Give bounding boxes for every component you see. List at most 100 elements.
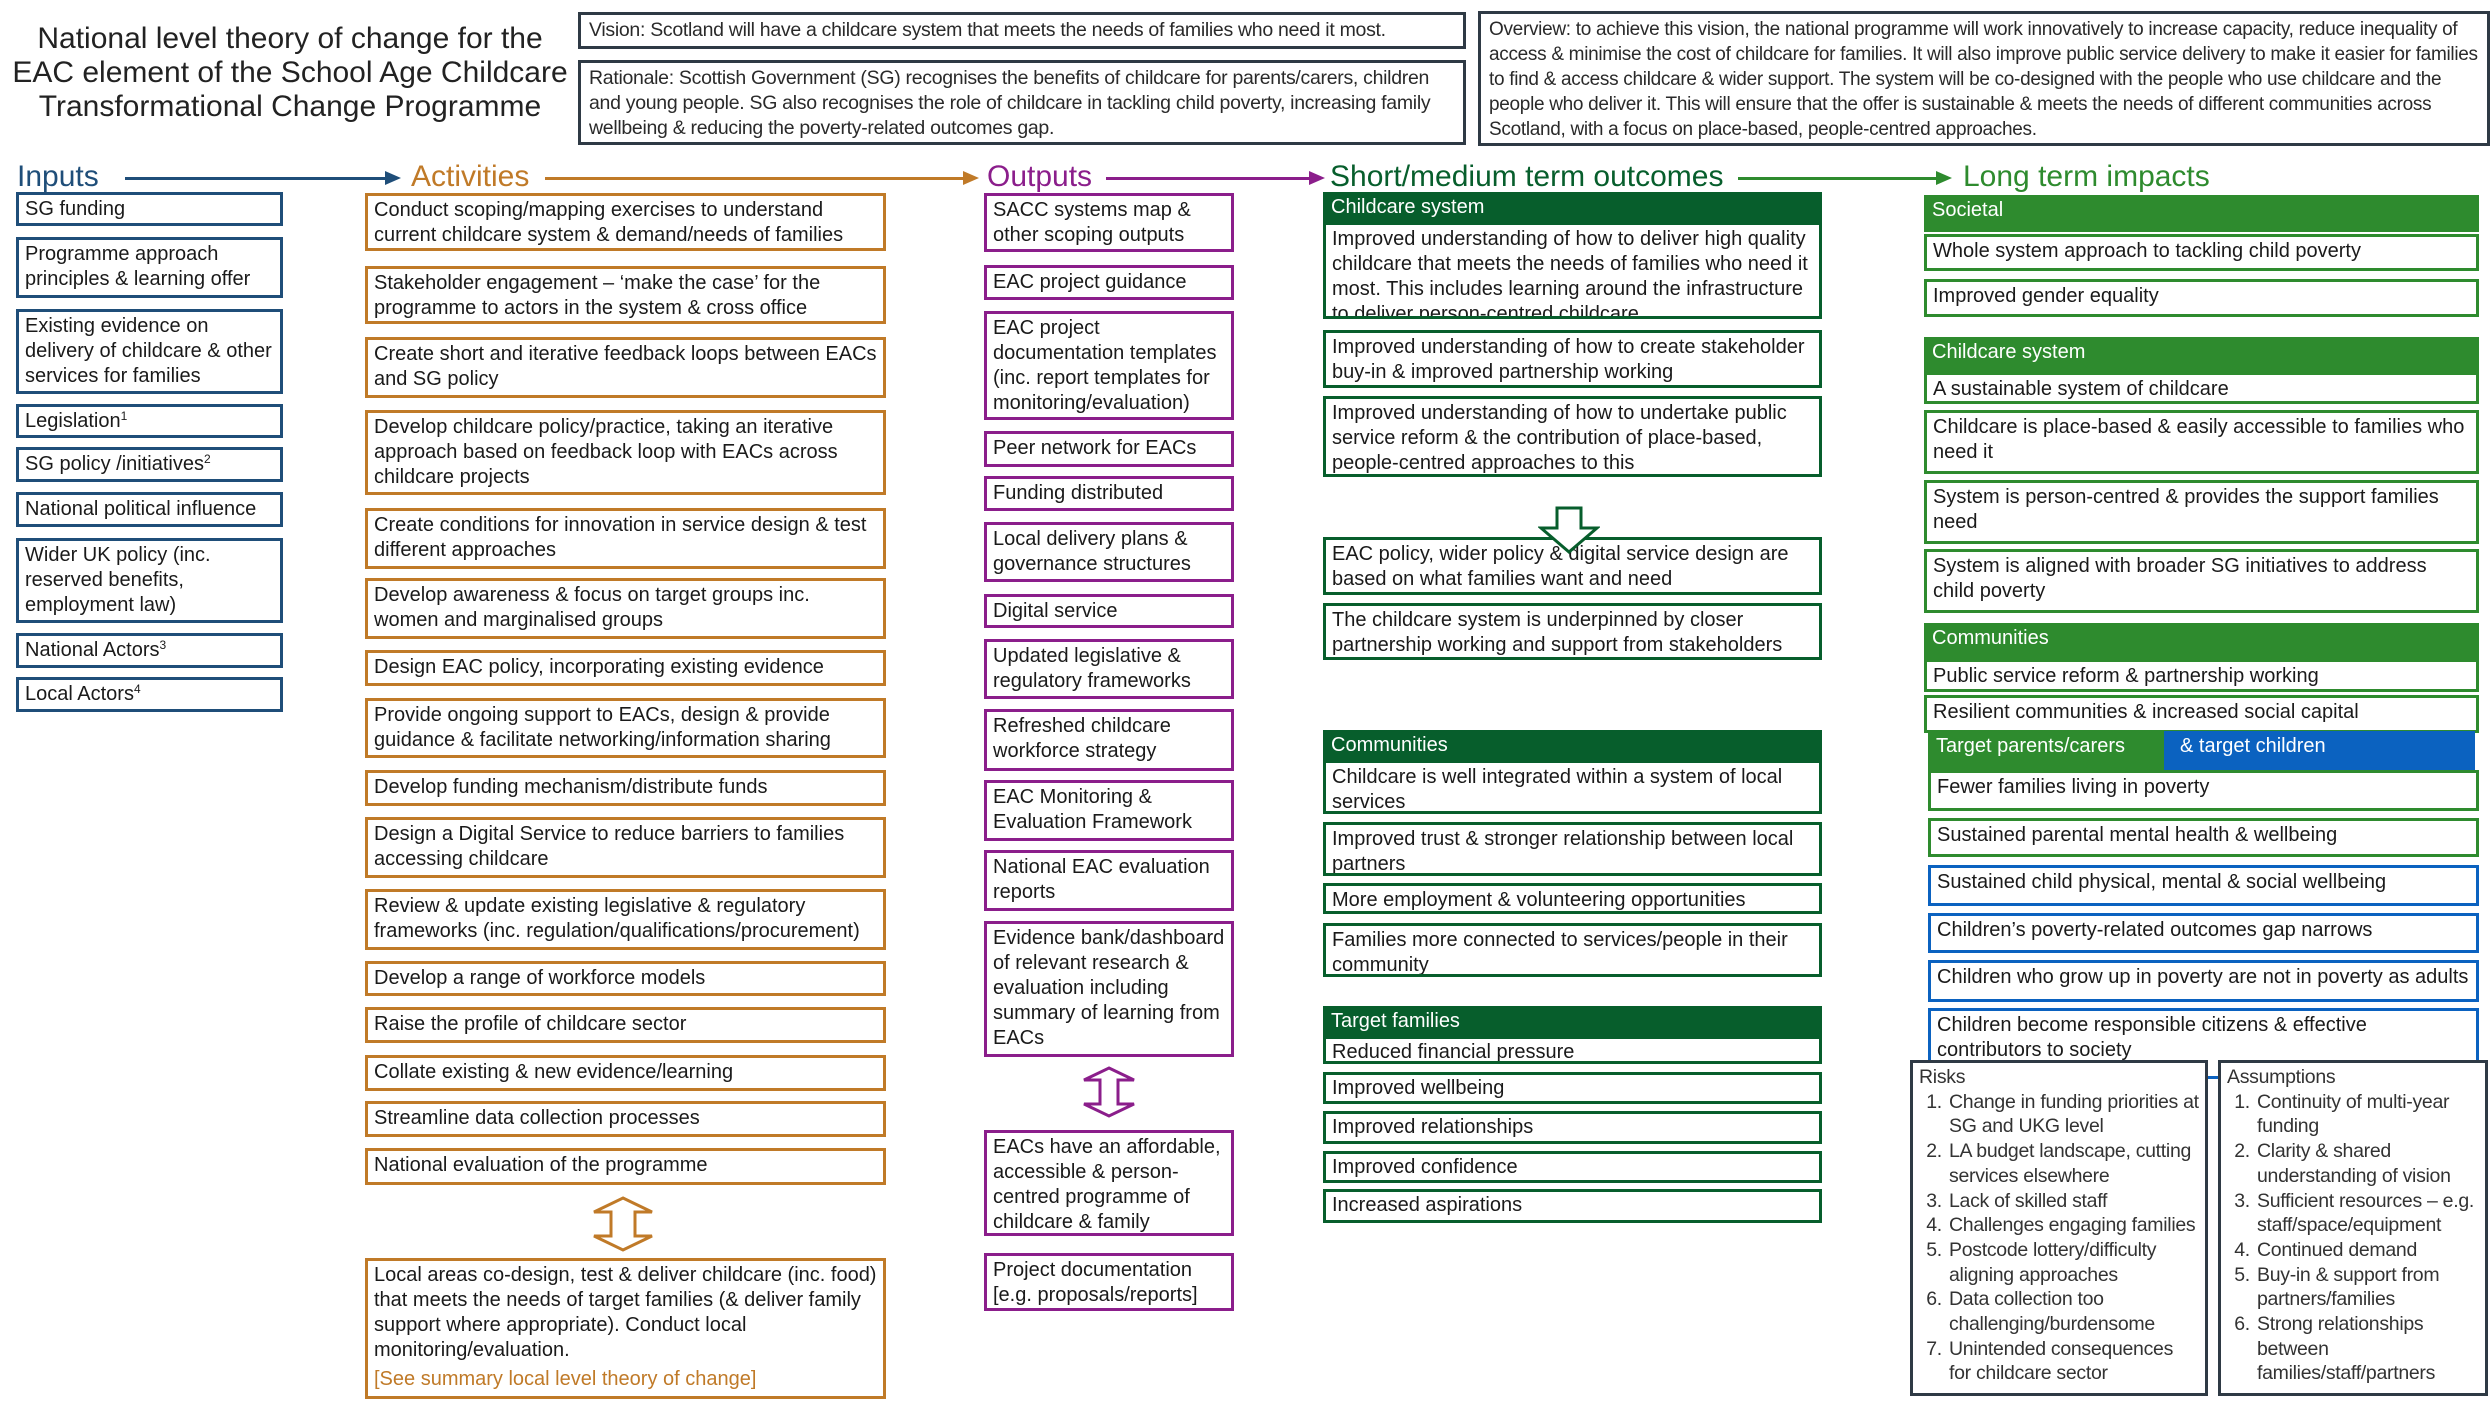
vision-box: Vision: Scotland will have a childcare s… xyxy=(578,12,1466,49)
input-item: SG policy /initiatives2 xyxy=(16,447,283,482)
rationale-box: Rationale: Scottish Government (SG) reco… xyxy=(578,60,1466,145)
impact-item: A sustainable system of childcare xyxy=(1924,372,2479,404)
list-item: Strong relationships between families/st… xyxy=(2255,1312,2479,1386)
activity-item: Create short and iterative feedback loop… xyxy=(365,337,886,398)
footnote-marker: 2 xyxy=(203,452,211,466)
input-item: Existing evidence on delivery of childca… xyxy=(16,309,283,394)
title-line: National level theory of change for the xyxy=(37,22,543,55)
activity-item: Develop a range of workforce models xyxy=(365,961,886,996)
activity-item: National evaluation of the programme xyxy=(365,1148,886,1185)
activity-item: Streamline data collection processes xyxy=(365,1101,886,1137)
input-label: Programme approach principles & learning… xyxy=(25,243,251,290)
outputs-arrow-line xyxy=(1106,177,1311,180)
target-children-header: & target children xyxy=(2164,731,2475,771)
output-local-0: EACs have an affordable, accessible & pe… xyxy=(984,1130,1234,1236)
activity-item: Conduct scoping/mapping exercises to und… xyxy=(365,193,886,251)
outcome-item: Improved understanding of how to deliver… xyxy=(1323,222,1822,319)
activity-item: Stakeholder engagement – ‘make the case’… xyxy=(365,266,886,324)
input-item: National Actors3 xyxy=(16,633,283,668)
long-term-heading: Long term impacts xyxy=(1963,160,2210,193)
activity-item: Provide ongoing support to EACs, design … xyxy=(365,698,886,758)
input-item: Local Actors4 xyxy=(16,677,283,712)
list-item: Challenges engaging families xyxy=(1947,1213,2199,1238)
communities-impact-header: Communities xyxy=(1924,623,2479,660)
target-parents-header: Target parents/carers xyxy=(1928,731,2164,771)
assumptions-box: Assumptions Continuity of multi-year fun… xyxy=(2218,1060,2488,1396)
outcome-item: Improved understanding of how to underta… xyxy=(1323,396,1822,477)
output-item: National EAC evaluation reports xyxy=(984,850,1234,911)
input-label: National Actors xyxy=(25,639,160,661)
double-arrow-icon xyxy=(593,1196,653,1252)
overview-box: Overview: to achieve this vision, the na… xyxy=(1478,11,2490,146)
outcome-item: Reduced financial pressure xyxy=(1323,1036,1822,1064)
output-item: EAC project guidance xyxy=(984,265,1234,300)
input-item: Legislation1 xyxy=(16,404,283,438)
local-activity-box: Local areas co-design, test & deliver ch… xyxy=(365,1258,886,1399)
impact-item: Sustained parental mental health & wellb… xyxy=(1928,818,2479,857)
risks-title: Risks xyxy=(1919,1066,1966,1088)
activities-heading: Activities xyxy=(411,160,530,193)
activity-item: Raise the profile of childcare sector xyxy=(365,1007,886,1043)
title-line: EAC element of the School Age Childcare xyxy=(12,56,568,89)
inputs-heading: Inputs xyxy=(17,160,99,193)
output-item: EAC project documentation templates (inc… xyxy=(984,311,1234,420)
childcare-system-header: Childcare system xyxy=(1323,192,1822,224)
assumptions-title: Assumptions xyxy=(2227,1066,2336,1088)
list-item: Postcode lottery/difficulty aligning app… xyxy=(1947,1238,2199,1287)
outcome-item: Childcare is well integrated within a sy… xyxy=(1323,760,1822,814)
input-label: SG policy /initiatives xyxy=(25,453,204,475)
short-medium-arrow-line xyxy=(1738,177,1938,180)
output-item: Peer network for EACs xyxy=(984,431,1234,467)
input-label: Existing evidence on delivery of childca… xyxy=(25,315,272,387)
output-item: Updated legislative & regulatory framewo… xyxy=(984,639,1234,699)
activity-item: Create conditions for innovation in serv… xyxy=(365,508,886,569)
arrow-right-icon xyxy=(385,171,401,185)
impact-item: Whole system approach to tackling child … xyxy=(1924,234,2479,271)
outcome-item: Improved trust & stronger relationship b… xyxy=(1323,822,1822,876)
input-item: Programme approach principles & learning… xyxy=(16,237,283,298)
input-item: National political influence xyxy=(16,492,283,527)
list-item: Unintended consequences for childcare se… xyxy=(1947,1337,2199,1386)
outcome-item: Improved wellbeing xyxy=(1323,1072,1822,1104)
impact-item: Childcare is place-based & easily access… xyxy=(1924,410,2479,474)
title-line: Transformational Change Programme xyxy=(38,90,542,123)
outcome-item: Increased aspirations xyxy=(1323,1189,1822,1223)
input-label: National political influence xyxy=(25,498,257,520)
impact-item: Fewer families living in poverty xyxy=(1928,770,2479,811)
input-label: Wider UK policy (inc. reserved benefits,… xyxy=(25,544,211,616)
communities-header: Communities xyxy=(1323,730,1822,762)
inputs-arrow-line xyxy=(125,177,387,180)
list-item: Clarity & shared understanding of vision xyxy=(2255,1139,2479,1188)
arrow-right-icon xyxy=(1936,171,1952,185)
impact-item: System is person-centred & provides the … xyxy=(1924,480,2479,544)
footnote-marker: 1 xyxy=(120,409,128,423)
local-theory-link[interactable]: [See summary local level theory of chang… xyxy=(374,1367,877,1392)
double-arrow-icon xyxy=(1083,1066,1135,1118)
outcome-item: The childcare system is underpinned by c… xyxy=(1323,603,1822,660)
activity-item: Design EAC policy, incorporating existin… xyxy=(365,650,886,686)
output-local-1: Project documentation [e.g. proposals/re… xyxy=(984,1253,1234,1311)
list-item: Sufficient resources – e.g. staff/space/… xyxy=(2255,1189,2479,1238)
outcome-item: Improved understanding of how to create … xyxy=(1323,330,1822,388)
assumptions-list: Continuity of multi-year fundingClarity … xyxy=(2227,1090,2479,1386)
risks-box: Risks Change in funding priorities at SG… xyxy=(1910,1060,2208,1396)
list-item: Continuity of multi-year funding xyxy=(2255,1090,2479,1139)
list-item: Change in funding priorities at SG and U… xyxy=(1947,1090,2199,1139)
activities-arrow-line xyxy=(545,177,965,180)
output-item: SACC systems map & other scoping outputs xyxy=(984,193,1234,252)
risks-list: Change in funding priorities at SG and U… xyxy=(1919,1090,2199,1386)
arrow-right-icon xyxy=(1309,171,1325,185)
page-title: National level theory of change for the … xyxy=(10,22,570,124)
footnote-marker: 3 xyxy=(159,638,167,652)
arrow-right-icon xyxy=(963,171,979,185)
impact-item: Public service reform & partnership work… xyxy=(1924,659,2479,692)
activity-item: Review & update existing legislative & r… xyxy=(365,889,886,950)
impact-item: Children who grow up in poverty are not … xyxy=(1928,960,2479,1002)
footnote-marker: 4 xyxy=(133,682,141,696)
impact-item: Improved gender equality xyxy=(1924,279,2479,317)
activity-item: Develop childcare policy/practice, takin… xyxy=(365,410,886,495)
activity-item: Develop awareness & focus on target grou… xyxy=(365,578,886,639)
activity-item: Collate existing & new evidence/learning xyxy=(365,1055,886,1091)
input-item: Wider UK policy (inc. reserved benefits,… xyxy=(16,538,283,623)
impact-item: Sustained child physical, mental & socia… xyxy=(1928,865,2479,906)
